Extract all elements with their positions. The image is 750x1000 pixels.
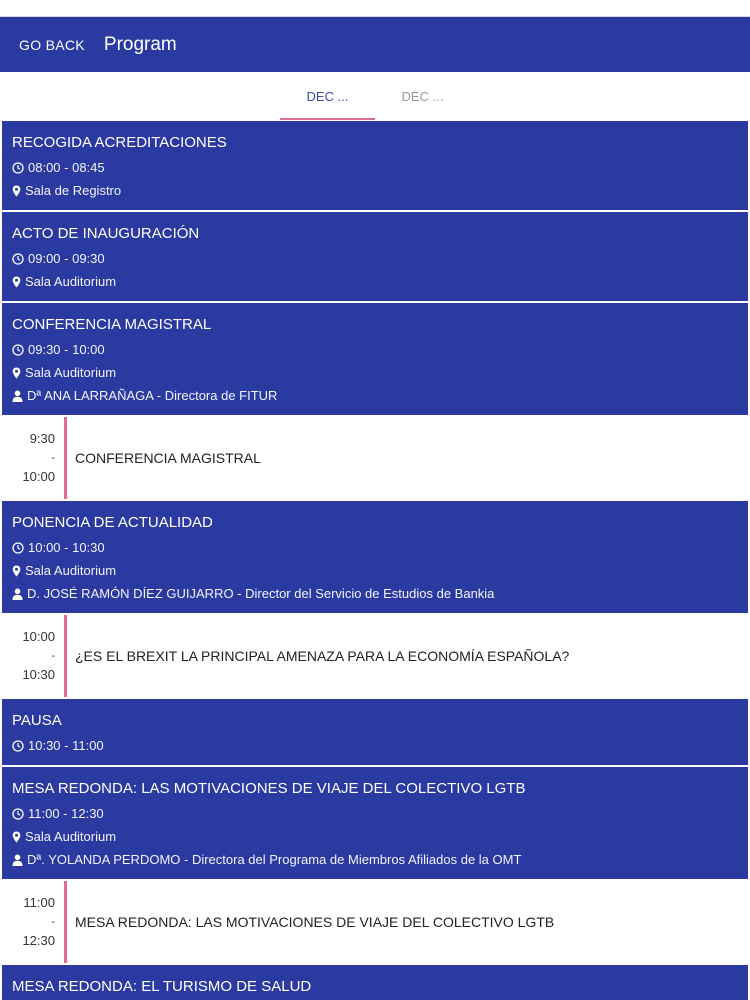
session-location-text: Sala Auditorium	[25, 563, 117, 578]
session-title: ACTO DE INAUGURACIÓN	[12, 225, 200, 242]
session-time-text: 09:30 - 10:00	[28, 342, 105, 357]
timeline-separator: -	[51, 452, 55, 464]
session-card[interactable]: CONFERENCIA MAGISTRAL 09:30 - 10:00 Sala…	[2, 303, 748, 415]
map-pin-icon	[12, 831, 21, 842]
map-pin-icon	[12, 276, 21, 287]
timeline-time: 11:00 - 12:30	[0, 881, 64, 963]
session-time-text: 09:00 - 09:30	[28, 251, 105, 266]
session-location-text: Sala Auditorium	[25, 829, 117, 844]
session-time: 11:00 - 12:30	[12, 802, 738, 825]
session-speaker-text: D. JOSÉ RAMÓN DÍEZ GUIJARRO - Director d…	[27, 586, 495, 601]
session-card[interactable]: MESA REDONDA: LAS MOTIVACIONES DE VIAJE …	[2, 767, 748, 879]
session-speaker-text: Dª. YOLANDA PERDOMO - Directora del Prog…	[27, 852, 522, 867]
status-strip	[0, 0, 750, 17]
session-time-text: 10:30 - 11:00	[28, 738, 104, 753]
clock-icon	[12, 739, 24, 752]
timeline-title: ¿ES EL BREXIT LA PRINCIPAL AMENAZA PARA …	[75, 648, 570, 664]
map-pin-icon	[12, 185, 21, 196]
date-tabs: DEC ... DEC ...	[0, 72, 750, 121]
timeline-separator: -	[51, 916, 55, 928]
go-back-button[interactable]: GO BACK	[19, 37, 85, 53]
timeline-start: 11:00	[23, 895, 55, 910]
tab-day-2[interactable]: DEC ...	[375, 72, 470, 121]
person-icon	[12, 854, 23, 866]
session-time-text: 11:00 - 12:30	[28, 806, 104, 821]
map-pin-icon	[12, 367, 21, 378]
session-card[interactable]: RECOGIDA ACREDITACIONES 08:00 - 08:45 Sa…	[2, 121, 748, 210]
person-icon	[12, 390, 23, 402]
session-location-text: Sala Auditorium	[25, 274, 117, 289]
timeline-time: 10:00 - 10:30	[0, 615, 64, 697]
clock-icon	[12, 161, 24, 174]
session-time: 09:30 - 10:00	[12, 338, 738, 361]
session-title: MESA REDONDA: EL TURISMO DE SALUD	[12, 978, 312, 995]
session-title: PONENCIA DE ACTUALIDAD	[12, 514, 213, 531]
page-title: Program	[103, 33, 177, 55]
session-title: PAUSA	[12, 712, 62, 729]
timeline-separator: -	[51, 650, 55, 662]
tab-day-1[interactable]: DEC ...	[280, 72, 375, 121]
person-icon	[12, 588, 23, 600]
timeline-title: MESA REDONDA: LAS MOTIVACIONES DE VIAJE …	[75, 914, 555, 930]
session-location: Sala Auditorium	[12, 270, 738, 293]
session-location-text: Sala Auditorium	[25, 365, 117, 380]
session-title: RECOGIDA ACREDITACIONES	[12, 134, 227, 151]
timeline-start: 9:30	[29, 431, 55, 446]
session-card[interactable]: ACTO DE INAUGURACIÓN 09:00 - 09:30 Sala …	[2, 212, 748, 301]
timeline-end: 10:30	[22, 667, 55, 682]
session-time-text: 08:00 - 08:45	[28, 160, 105, 175]
session-location: Sala Auditorium	[12, 559, 738, 582]
session-time: 10:00 - 10:30	[12, 536, 738, 559]
clock-icon	[12, 541, 24, 554]
clock-icon	[12, 343, 24, 356]
timeline-item[interactable]: 11:00 - 12:30 MESA REDONDA: LAS MOTIVACI…	[0, 881, 750, 963]
timeline-item[interactable]: 10:00 - 10:30 ¿ES EL BREXIT LA PRINCIPAL…	[0, 615, 750, 697]
session-card[interactable]: PAUSA 10:30 - 11:00	[2, 699, 748, 765]
session-time: 08:00 - 08:45	[12, 156, 738, 179]
map-pin-icon	[12, 565, 21, 576]
session-time: 10:30 - 11:00	[12, 734, 738, 757]
clock-icon	[12, 252, 24, 265]
session-title: MESA REDONDA: LAS MOTIVACIONES DE VIAJE …	[12, 780, 526, 797]
session-speaker: Dª. YOLANDA PERDOMO - Directora del Prog…	[12, 848, 738, 871]
clock-icon	[12, 807, 24, 820]
timeline-item[interactable]: 9:30 - 10:00 CONFERENCIA MAGISTRAL	[0, 417, 750, 499]
session-location: Sala Auditorium	[12, 361, 738, 384]
session-speaker: D. JOSÉ RAMÓN DÍEZ GUIJARRO - Director d…	[12, 582, 738, 605]
session-time: 09:00 - 09:30	[12, 247, 738, 270]
timeline-title: CONFERENCIA MAGISTRAL	[75, 450, 261, 466]
session-card[interactable]: MESA REDONDA: EL TURISMO DE SALUD	[2, 965, 748, 1000]
app-bar: GO BACK Program	[0, 17, 750, 72]
session-location-text: Sala de Registro	[25, 183, 122, 198]
session-title: CONFERENCIA MAGISTRAL	[12, 316, 212, 333]
timeline-start: 10:00	[22, 629, 55, 644]
program-list: RECOGIDA ACREDITACIONES 08:00 - 08:45 Sa…	[0, 121, 750, 1000]
session-card[interactable]: PONENCIA DE ACTUALIDAD 10:00 - 10:30 Sal…	[2, 501, 748, 613]
timeline-end: 10:00	[22, 469, 55, 484]
session-speaker: Dª ANA LARRAÑAGA - Directora de FITUR	[12, 384, 738, 407]
session-location: Sala Auditorium	[12, 825, 738, 848]
session-speaker-text: Dª ANA LARRAÑAGA - Directora de FITUR	[27, 388, 278, 403]
session-location: Sala de Registro	[12, 179, 738, 202]
timeline-end: 12:30	[22, 933, 55, 948]
session-time-text: 10:00 - 10:30	[28, 540, 105, 555]
timeline-time: 9:30 - 10:00	[0, 417, 64, 499]
